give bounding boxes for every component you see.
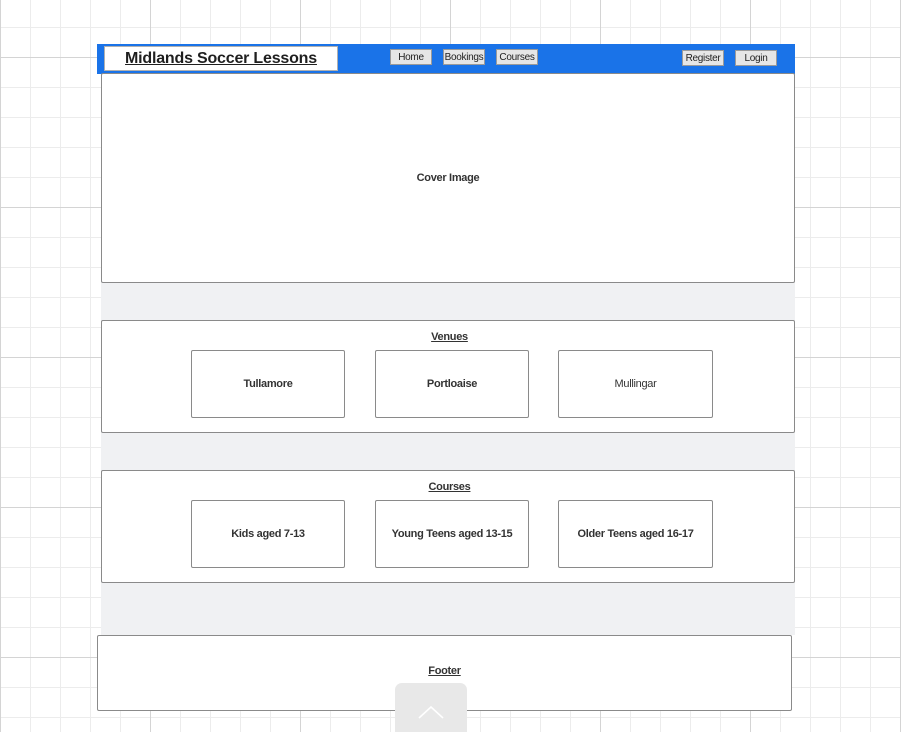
scroll-top-button[interactable] <box>395 683 467 732</box>
nav-courses-button[interactable]: Courses <box>496 49 538 65</box>
nav-home-button[interactable]: Home <box>390 49 432 65</box>
footer-label[interactable]: Footer <box>97 665 792 677</box>
logo[interactable]: Midlands Soccer Lessons <box>104 46 338 71</box>
venue-card-mullingar[interactable]: Mullingar <box>558 350 713 418</box>
cover-image: Cover Image <box>101 73 795 283</box>
cover-image-label: Cover Image <box>416 172 480 184</box>
login-button[interactable]: Login <box>735 50 777 66</box>
logo-text: Midlands Soccer Lessons <box>125 49 317 67</box>
venue-card-tullamore[interactable]: Tullamore <box>191 350 345 418</box>
venue-card-portloaise[interactable]: Portloaise <box>375 350 529 418</box>
courses-title[interactable]: Courses <box>101 481 798 493</box>
chevron-up-icon <box>418 705 444 719</box>
register-button[interactable]: Register <box>682 50 724 66</box>
nav-bookings-button[interactable]: Bookings <box>443 49 485 65</box>
venues-title[interactable]: Venues <box>101 331 798 343</box>
course-card-older-teens[interactable]: Older Teens aged 16-17 <box>558 500 713 568</box>
course-card-young-teens[interactable]: Young Teens aged 13-15 <box>375 500 529 568</box>
course-card-kids[interactable]: Kids aged 7-13 <box>191 500 345 568</box>
